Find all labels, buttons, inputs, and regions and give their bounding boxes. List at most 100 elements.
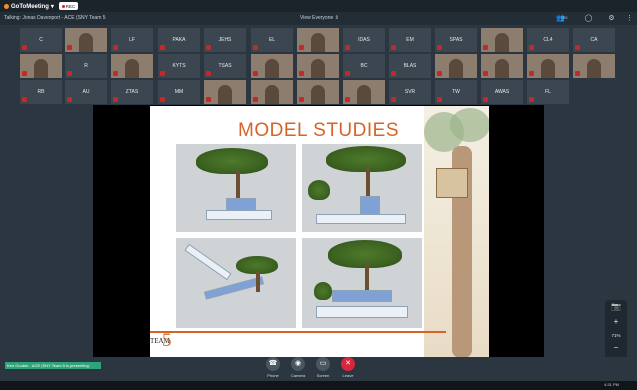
participant-initials: FL — [545, 89, 551, 95]
talking-indicator: Talking: Jonas Davenport - ACE (SNY Team… — [4, 15, 106, 21]
participant-tile[interactable]: TSAS — [203, 53, 247, 79]
screen-share-button[interactable]: ▭ Screen — [311, 357, 335, 381]
participant-tile[interactable]: SVR — [388, 79, 432, 105]
participant-tile[interactable]: AWAS — [480, 79, 524, 105]
participant-video — [357, 85, 371, 104]
participant-tile[interactable]: TW — [434, 79, 478, 105]
muted-mic-icon — [483, 45, 488, 50]
participant-tile[interactable]: ZTAS — [110, 79, 154, 105]
camera-button[interactable]: ◉ Camera — [286, 357, 310, 381]
participant-tile[interactable]: AU — [64, 79, 108, 105]
participant-tile[interactable]: MM — [157, 79, 201, 105]
muted-mic-icon — [206, 45, 211, 50]
participant-tile[interactable] — [480, 27, 524, 53]
view-selector[interactable]: View Everyone ⇕ — [300, 15, 339, 21]
muted-mic-icon — [529, 71, 534, 76]
participant-initials: JEHS — [218, 37, 232, 43]
os-taskbar: 4:31 PM — [0, 381, 637, 390]
close-icon: ✕ — [341, 357, 355, 371]
participant-tile[interactable] — [296, 27, 340, 53]
muted-mic-icon — [160, 45, 165, 50]
model-ramp — [203, 276, 265, 300]
model-image-2 — [302, 144, 422, 232]
model-image-4 — [302, 238, 422, 328]
participant-initials: EM — [406, 37, 414, 43]
muted-mic-icon — [575, 45, 580, 50]
participant-tile[interactable] — [526, 53, 570, 79]
muted-mic-icon — [391, 97, 396, 102]
muted-mic-icon — [529, 45, 534, 50]
participant-tile[interactable] — [19, 53, 63, 79]
participant-tile[interactable]: IDAS — [342, 27, 386, 53]
participant-tile[interactable] — [434, 53, 478, 79]
participant-tile[interactable]: BC — [342, 53, 386, 79]
presentation-stage: MODEL STUDIES TEAM 5 📷 + 71% − — [0, 105, 637, 374]
camera-snapshot-icon[interactable]: 📷 — [605, 302, 627, 311]
participant-tile[interactable] — [572, 53, 616, 79]
participant-video — [449, 59, 463, 78]
participant-tile[interactable] — [342, 79, 386, 105]
treehouse-sketch — [424, 106, 489, 358]
leave-button[interactable]: ✕ Leave — [336, 357, 360, 381]
model-image-3 — [176, 238, 296, 328]
zoom-out-icon[interactable]: − — [605, 343, 627, 352]
participant-tile[interactable] — [110, 53, 154, 79]
participant-tile[interactable]: EM — [388, 27, 432, 53]
muted-mic-icon — [437, 45, 442, 50]
sketch-foliage — [450, 108, 489, 142]
participant-initials: KYTS — [172, 63, 186, 69]
phone-button[interactable]: ☎ Phone — [261, 357, 285, 381]
participant-tile[interactable] — [64, 27, 108, 53]
model-image-1 — [176, 144, 296, 232]
muted-mic-icon — [22, 45, 27, 50]
participant-tile[interactable]: CA — [572, 27, 616, 53]
participant-video — [265, 85, 279, 104]
muted-mic-icon — [483, 71, 488, 76]
participant-tile[interactable]: FL — [526, 79, 570, 105]
participant-tile[interactable]: BLAS — [388, 53, 432, 79]
small-tree — [314, 282, 332, 300]
participant-tile[interactable] — [480, 53, 524, 79]
attendee-count: 20 — [563, 15, 568, 20]
muted-mic-icon — [253, 97, 258, 102]
participant-tile[interactable]: EL — [250, 27, 294, 53]
muted-mic-icon — [391, 71, 396, 76]
participant-initials: PAKA — [172, 37, 186, 43]
participant-tile[interactable]: SPAS — [434, 27, 478, 53]
muted-mic-icon — [22, 71, 27, 76]
participant-tile[interactable] — [296, 53, 340, 79]
muted-mic-icon — [253, 45, 258, 50]
participant-initials: TSAS — [218, 63, 232, 69]
participant-initials: CL4 — [543, 37, 553, 43]
participant-video — [495, 33, 509, 52]
muted-mic-icon — [160, 71, 165, 76]
participant-tile[interactable] — [250, 79, 294, 105]
muted-mic-icon — [483, 97, 488, 102]
participant-tile[interactable] — [250, 53, 294, 79]
title-bar: GoToMeeting ▾ REC — [0, 0, 637, 12]
participant-tile[interactable] — [296, 79, 340, 105]
zoom-level: 71% — [611, 333, 621, 338]
app-logo[interactable]: GoToMeeting ▾ — [4, 2, 54, 11]
participant-tile[interactable]: CL4 — [526, 27, 570, 53]
participant-video — [311, 33, 325, 52]
screen-icon: ▭ — [316, 357, 330, 371]
participant-initials: CA — [590, 37, 598, 43]
participant-tile[interactable]: LF — [110, 27, 154, 53]
participant-video — [265, 59, 279, 78]
zoom-in-icon[interactable]: + — [605, 317, 627, 326]
participant-tile[interactable]: RB — [19, 79, 63, 105]
participant-tile[interactable]: C — [19, 27, 63, 53]
chat-icon[interactable]: ◯ — [584, 14, 593, 23]
participant-tile[interactable]: PAKA — [157, 27, 201, 53]
participant-video — [125, 59, 139, 78]
participant-tile[interactable]: JEHS — [203, 27, 247, 53]
muted-mic-icon — [113, 45, 118, 50]
participant-video — [79, 33, 93, 52]
participant-tile[interactable] — [203, 79, 247, 105]
participant-tile[interactable]: KYTS — [157, 53, 201, 79]
more-options-icon[interactable]: ⋮ — [625, 14, 634, 23]
settings-gear-icon[interactable]: ⚙ — [607, 14, 616, 23]
tree-canopy — [196, 148, 268, 174]
participant-tile[interactable]: R — [64, 53, 108, 79]
